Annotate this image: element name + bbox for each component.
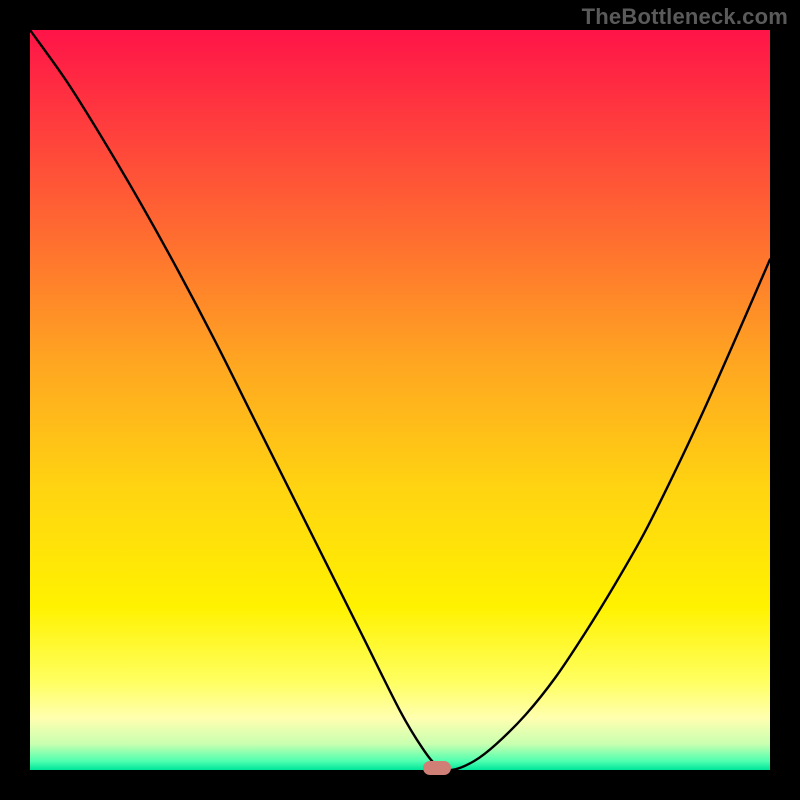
gradient-background xyxy=(30,30,770,770)
watermark-text: TheBottleneck.com xyxy=(582,4,788,30)
chart-frame: TheBottleneck.com xyxy=(0,0,800,800)
bottleneck-chart xyxy=(30,30,770,770)
optimal-point-marker xyxy=(423,761,451,775)
